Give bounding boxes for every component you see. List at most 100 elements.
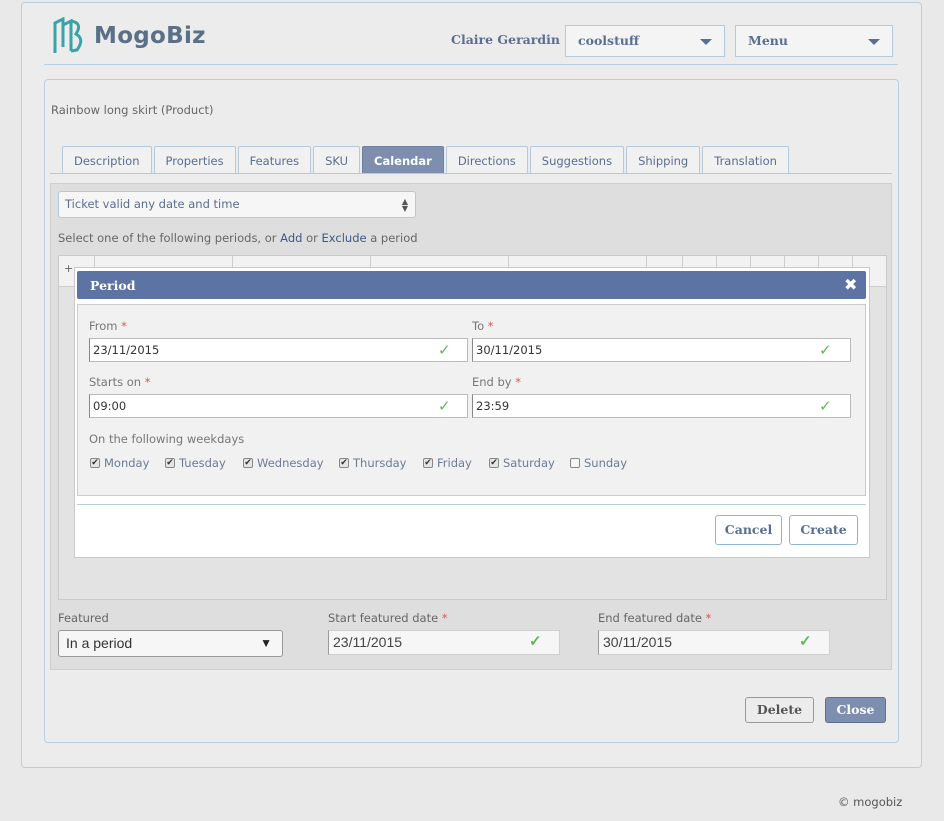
weekday-label: Monday [104,456,150,470]
tab-divider [50,173,892,174]
close-button[interactable]: Close [825,697,886,723]
end-by-input[interactable]: 23:59 ✓ [472,394,851,418]
to-date-value: 30/11/2015 [476,343,543,357]
end-featured-date-value: 30/11/2015 [603,634,673,650]
starts-on-label-text: Starts on [89,375,142,389]
period-dialog-header [77,271,866,299]
ticket-type-value: Ticket valid any date and time [65,197,240,211]
updown-icon: ▲ ▼ [401,197,408,213]
checkmark-icon: ✓ [438,397,451,415]
instructions-suffix: a period [370,231,418,245]
end-by-value: 23:59 [476,399,510,413]
triangle-down-icon: ▼ [260,636,272,650]
ticket-type-select[interactable]: Ticket valid any date and time ▲ ▼ [58,191,416,218]
instructions-prefix: Select one of the following periods, or [58,231,277,245]
cancel-button[interactable]: Cancel [715,515,782,545]
tab-bar: Description Properties Features SKU Cale… [62,146,789,174]
create-button[interactable]: Create [789,515,858,545]
logo: MogoBiz [52,16,206,56]
from-label: From * [89,319,127,333]
weekday-friday[interactable]: ✔ Friday [423,456,472,470]
checkbox-checked-icon[interactable]: ✔ [339,458,349,468]
chevron-down-icon [700,39,712,45]
tab-features[interactable]: Features [237,146,312,174]
end-featured-date-input[interactable]: 30/11/2015 ✓ [598,630,830,655]
periods-instructions: Select one of the following periods, or … [58,231,418,245]
store-select-value: coolstuff [578,33,640,48]
starts-on-input[interactable]: 09:00 ✓ [89,394,468,418]
weekday-monday[interactable]: ✔ Monday [90,456,149,470]
delete-button[interactable]: Delete [745,697,814,723]
featured-label: Featured [58,611,109,625]
tab-suggestions[interactable]: Suggestions [529,146,625,174]
starts-on-label: Starts on * [89,375,150,389]
weekday-thursday[interactable]: ✔ Thursday [339,456,406,470]
checkbox-checked-icon[interactable]: ✔ [423,458,433,468]
tab-description[interactable]: Description [62,146,152,174]
from-date-value: 23/11/2015 [93,343,160,357]
weekday-tuesday[interactable]: ✔ Tuesday [165,456,226,470]
header-divider [44,64,898,65]
start-featured-date-input[interactable]: 23/11/2015 ✓ [328,630,560,655]
weekday-label: Friday [437,456,472,470]
user-name[interactable]: Claire Gerardin [451,32,560,47]
mogobiz-logo-icon [53,17,83,53]
start-featured-label: Start featured date * [328,611,448,625]
checkbox-checked-icon[interactable]: ✔ [489,458,499,468]
period-dialog-title: Period [90,278,136,293]
checkmark-icon: ✓ [529,633,542,650]
required-asterisk: * [487,319,494,333]
featured-select-value: In a period [66,635,133,651]
featured-select[interactable]: In a period ▼ [58,630,283,657]
end-featured-label: End featured date * [598,611,711,625]
checkbox-unchecked-icon[interactable] [570,458,580,468]
checkmark-icon: ✓ [819,341,832,359]
table-add-column-header[interactable]: + [64,262,73,275]
dialog-divider [77,504,866,505]
weekday-label: Tuesday [179,456,226,470]
weekdays-label: On the following weekdays [89,432,245,446]
checkbox-checked-icon[interactable]: ✔ [243,458,253,468]
checkbox-checked-icon[interactable]: ✔ [165,458,175,468]
starts-on-value: 09:00 [93,399,127,413]
product-title: Rainbow long skirt (Product) [51,103,214,117]
chevron-down-icon [868,39,880,45]
add-period-link[interactable]: Add [280,231,302,245]
required-asterisk: * [144,375,151,389]
weekday-label: Sunday [584,456,628,470]
weekday-wednesday[interactable]: ✔ Wednesday [243,456,324,470]
end-featured-label-text: End featured date [598,611,702,625]
exclude-period-link[interactable]: Exclude [322,231,367,245]
to-date-input[interactable]: 30/11/2015 ✓ [472,338,851,362]
tab-shipping[interactable]: Shipping [626,146,701,174]
close-icon[interactable]: ✖ [844,275,857,294]
weekday-label: Saturday [503,456,555,470]
checkmark-icon: ✓ [819,397,832,415]
start-featured-date-value: 23/11/2015 [333,634,403,650]
to-label: To * [472,319,494,333]
from-label-text: From [89,319,118,333]
end-by-label-text: End by [472,375,512,389]
tab-calendar[interactable]: Calendar [362,146,444,174]
app-name: MogoBiz [94,23,206,49]
from-date-input[interactable]: 23/11/2015 ✓ [89,338,468,362]
required-asterisk: * [441,611,448,625]
to-label-text: To [472,319,485,333]
required-asterisk: * [121,319,127,333]
tab-properties[interactable]: Properties [153,146,236,174]
instructions-or: or [306,231,318,245]
weekday-sunday[interactable]: Sunday [570,456,627,470]
weekday-label: Thursday [353,456,407,470]
checkmark-icon: ✓ [438,341,451,359]
required-asterisk: * [705,611,712,625]
weekday-saturday[interactable]: ✔ Saturday [489,456,555,470]
tab-sku[interactable]: SKU [313,146,361,174]
menu-select[interactable]: Menu [735,25,893,57]
tab-translation[interactable]: Translation [702,146,789,174]
required-asterisk: * [515,375,522,389]
menu-select-value: Menu [748,33,788,48]
store-select[interactable]: coolstuff [565,25,725,57]
tab-directions[interactable]: Directions [445,146,528,174]
checkbox-checked-icon[interactable]: ✔ [90,458,100,468]
copyright: © mogobiz [838,795,903,809]
